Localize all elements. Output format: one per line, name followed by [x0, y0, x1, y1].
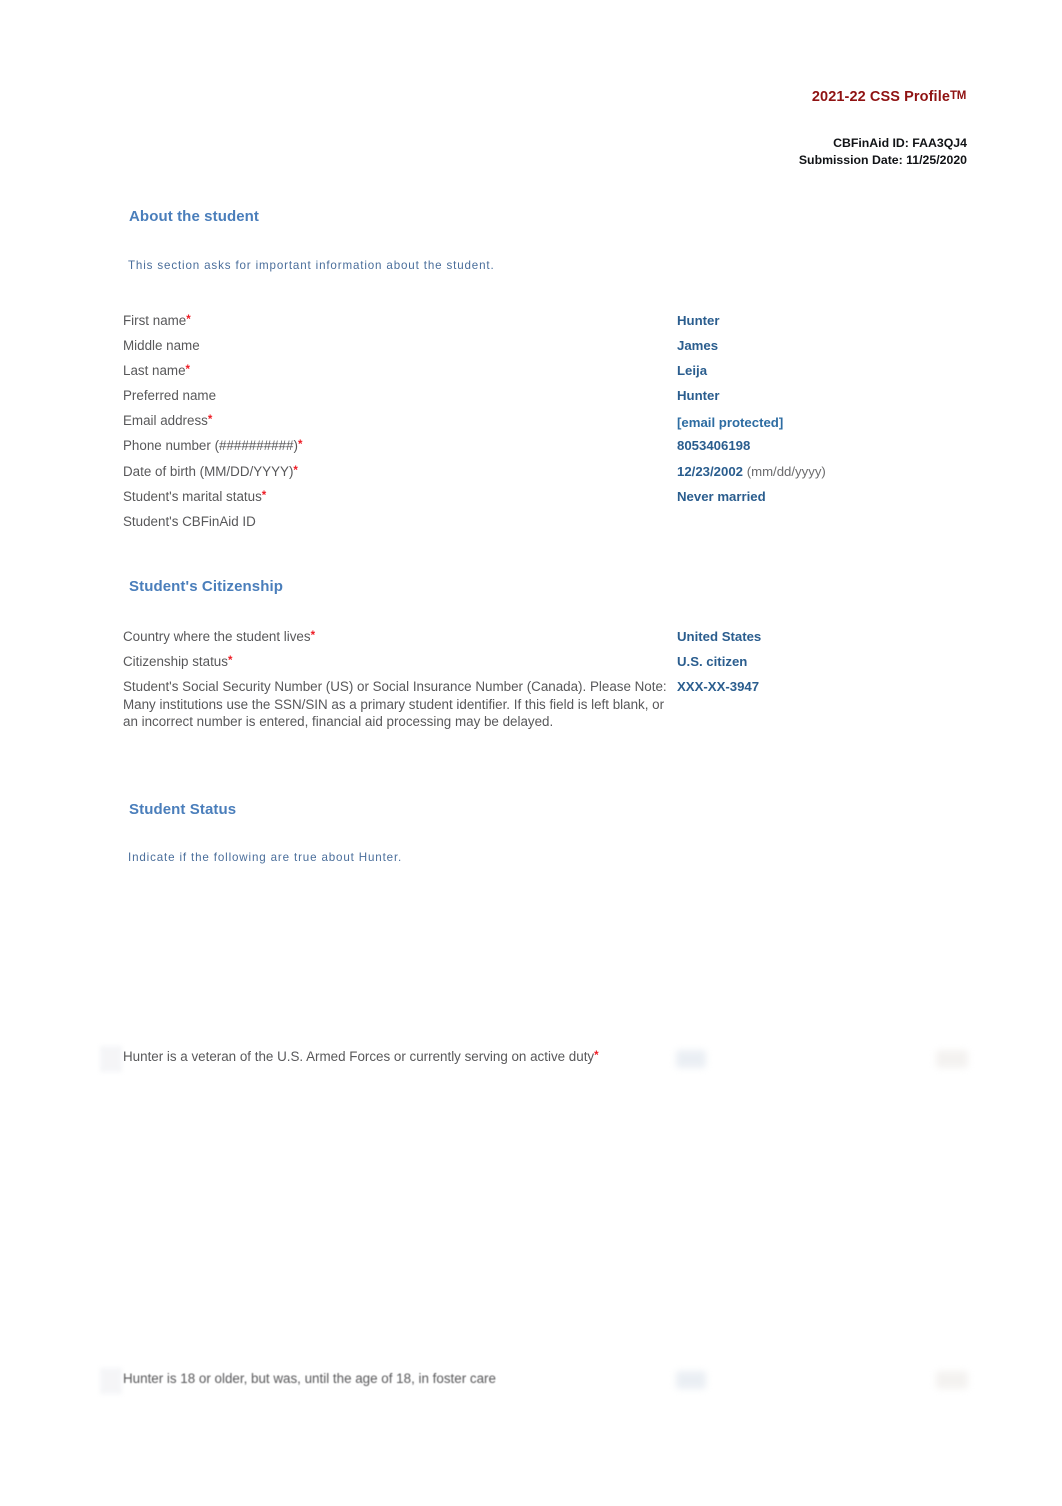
field-value-citizenship-status: U.S. citizen [677, 654, 748, 670]
label-text: First name [123, 313, 187, 328]
field-row-last-name: Last name* Leija [0, 362, 1062, 387]
field-value-first-name: Hunter [677, 313, 720, 328]
field-row-ssn: Student's Social Security Number (US) or… [0, 678, 1062, 768]
required-asterisk: * [594, 1050, 599, 1062]
ghost-answer-secondary [936, 1050, 968, 1068]
field-row-middle-name: Middle name James [0, 337, 1062, 362]
date-format-hint: (mm/dd/yyyy) [746, 463, 826, 479]
field-label-date-of-birth: Date of birth (MM/DD/YYYY)* [123, 463, 663, 481]
field-value-preferred-name: Hunter [677, 388, 720, 404]
field-group-students-citizenship: Country where the student lives* United … [0, 628, 1062, 768]
field-value-ssn: XXX-XX-3947 [677, 679, 760, 695]
field-value-middle-name: James [677, 338, 719, 354]
required-asterisk: * [227, 655, 233, 668]
label-text: Country where the student lives [123, 629, 311, 644]
ghost-answer-primary [676, 1050, 706, 1068]
ghost-answer-secondary [936, 1371, 968, 1389]
section-description-about-the-student: This section asks for important informat… [128, 259, 495, 272]
field-row-country-of-residence: Country where the student lives* United … [0, 628, 1062, 653]
field-label-ssn: Student's Social Security Number (US) or… [123, 679, 667, 730]
ghost-marker-left [100, 1046, 122, 1072]
label-text: Hunter is a veteran of the U.S. Armed Fo… [123, 1049, 595, 1064]
field-label-marital-status: Student's marital status* [123, 488, 663, 506]
field-label-first-name: First name* [123, 312, 663, 330]
field-row-email-address: Email address* [email protected] [0, 412, 1062, 437]
required-asterisk: * [186, 314, 191, 326]
field-value-date-of-birth: 12/23/2002 (mm/dd/yyyy) [677, 463, 1037, 481]
label-text: Citizenship status [123, 654, 228, 670]
field-label-preferred-name: Preferred name [123, 387, 663, 405]
field-value-email-address[interactable]: [email protected] [677, 414, 1037, 432]
submission-meta: CBFinAid ID: FAA3QJ4 Submission Date: 11… [799, 135, 967, 169]
field-label-email-address: Email address* [123, 412, 663, 430]
field-value-phone-number: 8053406198 [677, 438, 751, 454]
field-row-phone-number: Phone number (##########)* 8053406198 [0, 437, 1062, 462]
field-group-about-the-student: First name* Hunter Middle name James Las… [0, 312, 1062, 538]
field-value-marital-status: Never married [677, 488, 766, 504]
field-label-country-of-residence: Country where the student lives* [123, 628, 663, 646]
status-question-veteran-label: Hunter is a veteran of the U.S. Armed Fo… [123, 1046, 653, 1077]
label-text: Phone number (##########) [123, 438, 298, 454]
field-row-marital-status: Student's marital status* Never married [0, 488, 1062, 513]
field-value-last-name: Leija [677, 363, 708, 379]
label-text: Date of birth (MM/DD/YYYY) [123, 463, 294, 479]
field-label-citizenship-status: Citizenship status* [123, 653, 663, 671]
ghost-answer-primary [676, 1371, 706, 1389]
ghost-marker-left [100, 1368, 122, 1394]
label-text: Preferred name [123, 388, 217, 404]
field-label-student-cbfinaid-id: Student's CBFinAid ID [123, 513, 663, 531]
trademark-mark: TM [949, 90, 966, 102]
document-title: 2021-22 CSS ProfileTM [812, 89, 966, 105]
field-row-first-name: First name* Hunter [0, 312, 1062, 337]
required-asterisk: * [297, 439, 303, 452]
required-asterisk: * [207, 414, 213, 427]
field-row-preferred-name: Preferred name Hunter [0, 387, 1062, 412]
status-question-foster-care-label: Hunter is 18 or older, but was, until th… [123, 1371, 496, 1386]
document-title-text: 2021-22 CSS Profile [811, 89, 950, 105]
field-row-date-of-birth: Date of birth (MM/DD/YYYY)* 12/23/2002 (… [0, 463, 1062, 488]
label-text: Student's marital status [123, 488, 262, 504]
required-asterisk: * [185, 364, 191, 377]
required-asterisk: * [293, 464, 298, 477]
label-text: Student's CBFinAid ID [123, 513, 256, 529]
section-title-student-status: Student Status [129, 801, 237, 818]
section-description-student-status: Indicate if the following are true about… [128, 851, 403, 864]
field-row-student-cbfinaid-id: Student's CBFinAid ID [0, 513, 1062, 538]
cbfinaid-id: CBFinAid ID: FAA3QJ4 [833, 136, 967, 150]
field-label-last-name: Last name* [123, 362, 663, 380]
label-text: Middle name [123, 338, 200, 354]
label-text: Email address [123, 413, 208, 429]
section-title-about-the-student: About the student [129, 208, 260, 225]
label-text: Last name [123, 363, 186, 379]
field-row-citizenship-status: Citizenship status* U.S. citizen [0, 653, 1062, 678]
date-value-text: 12/23/2002 [677, 463, 744, 479]
field-label-middle-name: Middle name [123, 337, 663, 355]
field-value-country-of-residence: United States [677, 629, 762, 644]
required-asterisk: * [310, 630, 316, 642]
required-asterisk: * [261, 489, 267, 502]
section-title-students-citizenship: Student's Citizenship [129, 578, 284, 595]
submission-date: Submission Date: 11/25/2020 [798, 153, 967, 167]
document-page: 2021-22 CSS ProfileTM CBFinAid ID: FAA3Q… [0, 0, 1062, 1506]
field-label-phone-number: Phone number (##########)* [123, 437, 663, 455]
